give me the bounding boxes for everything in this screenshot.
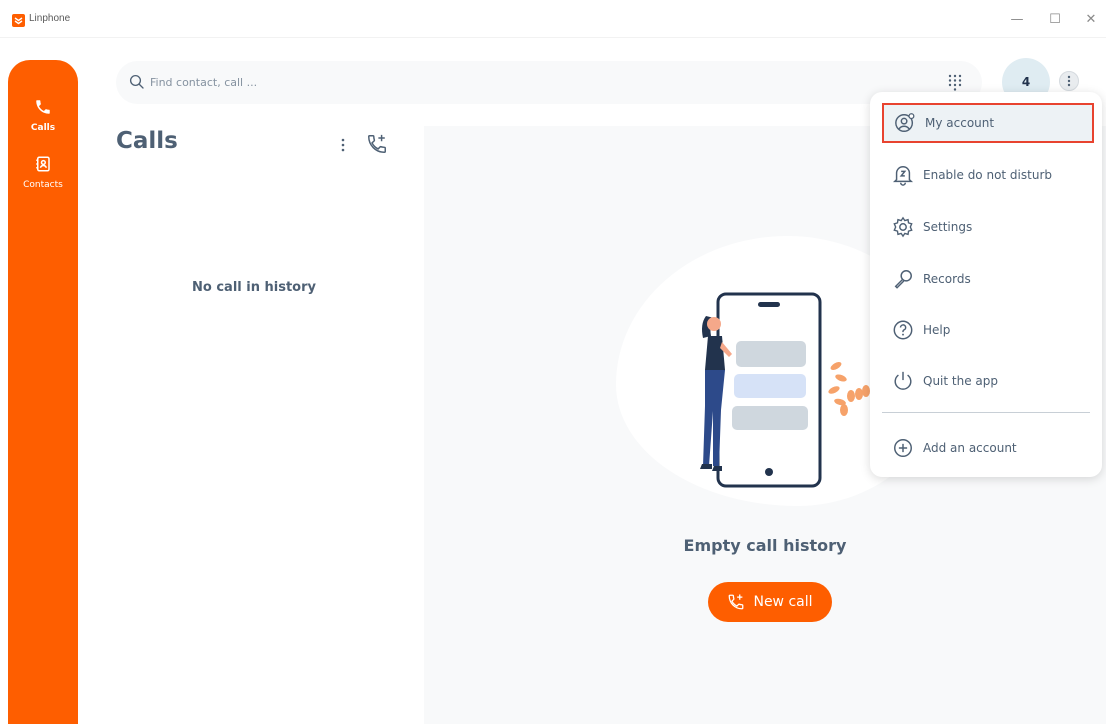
phone-plus-icon <box>368 134 386 153</box>
menu-item-label: My account <box>925 116 995 130</box>
menu-item-add-account[interactable]: Add an account <box>882 428 1094 468</box>
add-circle-icon <box>894 439 912 457</box>
menu-item-label: Quit the app <box>923 374 998 388</box>
gear-icon <box>893 216 913 238</box>
menu-item-settings[interactable]: Settings <box>882 207 1094 247</box>
vertical-dots-icon <box>1067 75 1071 87</box>
calls-options-button[interactable] <box>336 136 350 154</box>
more-options-button[interactable] <box>1059 71 1079 91</box>
calls-panel-title: Calls <box>116 128 178 154</box>
sidebar-item-calls[interactable]: Calls <box>8 98 78 133</box>
new-call-icon-button[interactable] <box>366 133 388 159</box>
menu-item-label: Enable do not disturb <box>923 168 1052 182</box>
search-bar[interactable] <box>116 61 982 104</box>
sidebar-item-contacts-label: Contacts <box>23 180 63 190</box>
maximize-button[interactable]: ☐ <box>1042 8 1068 30</box>
phone-icon <box>36 100 50 114</box>
empty-call-history-title: Empty call history <box>683 536 847 555</box>
linphone-logo-icon <box>12 14 25 27</box>
menu-divider <box>882 412 1090 413</box>
new-call-label: New call <box>753 594 813 610</box>
menu-item-label: Add an account <box>923 441 1017 455</box>
new-call-button[interactable]: New call <box>708 582 832 622</box>
help-icon <box>893 320 913 340</box>
vertical-dots-icon <box>341 138 345 152</box>
power-icon <box>894 371 912 390</box>
account-settings-icon <box>895 113 915 132</box>
sidebar: Calls Contacts <box>8 60 78 724</box>
menu-item-help[interactable]: Help <box>882 310 1094 350</box>
contacts-icon <box>36 156 50 172</box>
title-bar: Linphone — ☐ ✕ <box>0 0 1106 38</box>
menu-item-my-account[interactable]: My account <box>882 103 1094 143</box>
menu-item-label: Records <box>923 272 971 286</box>
empty-history-illustration <box>700 292 870 488</box>
menu-item-label: Settings <box>923 220 973 234</box>
menu-item-do-not-disturb[interactable]: Enable do not disturb <box>882 155 1094 195</box>
menu-item-label: Help <box>923 323 951 337</box>
minimize-button[interactable]: — <box>1004 8 1030 30</box>
close-button[interactable]: ✕ <box>1078 8 1104 30</box>
menu-item-records[interactable]: Records <box>882 259 1094 299</box>
phone-plus-icon <box>729 594 744 610</box>
sidebar-item-contacts[interactable]: Contacts <box>8 155 78 190</box>
window-title: Linphone <box>29 13 71 24</box>
no-call-history-text: No call in history <box>192 280 316 295</box>
microphone-icon <box>894 270 912 289</box>
search-input[interactable] <box>150 71 850 93</box>
sidebar-item-calls-label: Calls <box>30 123 56 133</box>
search-icon <box>129 74 144 89</box>
menu-item-quit[interactable]: Quit the app <box>882 361 1094 401</box>
account-menu: My account Enable do not disturb Setting… <box>870 92 1102 477</box>
dialpad-icon[interactable] <box>946 73 964 91</box>
bell-z-icon <box>892 166 914 186</box>
